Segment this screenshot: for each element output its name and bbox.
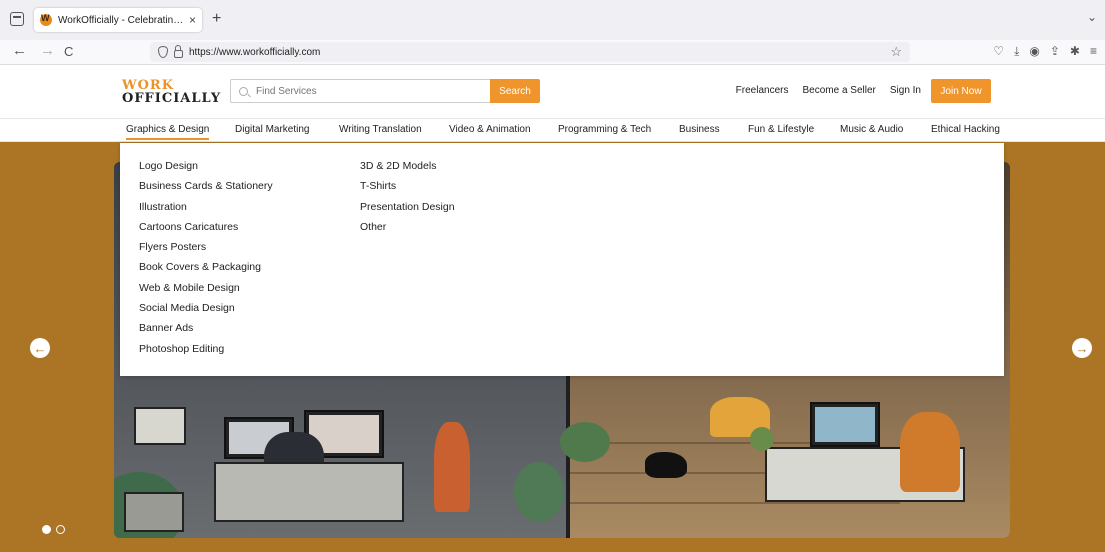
share-icon[interactable]: ⇪ bbox=[1050, 44, 1060, 59]
dropdown-column-2: 3D & 2D Models T-Shirts Presentation Des… bbox=[360, 160, 455, 241]
tab-list-icon[interactable] bbox=[10, 12, 24, 26]
new-tab-button[interactable]: + bbox=[212, 10, 221, 28]
tracking-shield-icon[interactable] bbox=[158, 46, 168, 58]
dropdown-item[interactable]: 3D & 2D Models bbox=[360, 160, 455, 180]
plant bbox=[750, 427, 774, 451]
cabinet bbox=[124, 492, 184, 532]
account-icon[interactable]: ◉ bbox=[1029, 44, 1039, 59]
category-digital-marketing[interactable]: Digital Marketing bbox=[235, 124, 309, 135]
category-programming-tech[interactable]: Programming & Tech bbox=[558, 124, 651, 135]
back-button[interactable]: ← bbox=[12, 42, 27, 59]
dropdown-column-1: Logo Design Business Cards & Stationery … bbox=[139, 160, 273, 363]
dropdown-item[interactable]: Logo Design bbox=[139, 160, 273, 180]
dropdown-item[interactable]: Illustration bbox=[139, 201, 273, 221]
search-field[interactable] bbox=[230, 79, 490, 103]
carousel-dot-2[interactable] bbox=[56, 525, 65, 534]
menu-icon[interactable]: ≡ bbox=[1090, 44, 1097, 59]
site-header: WORK OFFICIALLY Search Freelancers Becom… bbox=[0, 66, 1105, 118]
category-fun-lifestyle[interactable]: Fun & Lifestyle bbox=[748, 124, 814, 135]
lock-icon[interactable] bbox=[174, 44, 183, 58]
dropdown-item[interactable]: Social Media Design bbox=[139, 302, 273, 322]
dropdown-item[interactable]: Flyers Posters bbox=[139, 241, 273, 261]
dropdown-item[interactable]: T-Shirts bbox=[360, 180, 455, 200]
search-icon bbox=[239, 86, 248, 96]
wall-board bbox=[134, 407, 186, 445]
tab-overflow-chevron-icon[interactable]: ⌄ bbox=[1087, 10, 1097, 24]
floor-line bbox=[570, 502, 900, 504]
search-input[interactable] bbox=[256, 85, 456, 97]
prev-slide-arrow-icon[interactable]: ← bbox=[30, 338, 50, 358]
category-nav: Graphics & Design Digital Marketing Writ… bbox=[0, 118, 1105, 142]
header-links: Freelancers Become a Seller Sign In bbox=[736, 85, 921, 96]
plant bbox=[514, 462, 564, 522]
search-button[interactable]: Search bbox=[490, 79, 540, 103]
sign-in-link[interactable]: Sign In bbox=[890, 85, 921, 96]
dropdown-item[interactable]: Business Cards & Stationery bbox=[139, 180, 273, 200]
freelancers-link[interactable]: Freelancers bbox=[736, 85, 789, 96]
search-bar: Search bbox=[230, 79, 540, 103]
dropdown-item[interactable]: Photoshop Editing bbox=[139, 343, 273, 363]
category-ethical-hacking[interactable]: Ethical Hacking bbox=[931, 124, 1000, 135]
bookmark-star-icon[interactable]: ☆ bbox=[890, 44, 902, 60]
category-business[interactable]: Business bbox=[679, 124, 720, 135]
category-graphics-design[interactable]: Graphics & Design bbox=[126, 124, 210, 140]
dropdown-item[interactable]: Banner Ads bbox=[139, 322, 273, 342]
plant bbox=[560, 422, 610, 462]
url-text: https://www.workofficially.com bbox=[189, 46, 321, 58]
reload-button[interactable]: C bbox=[64, 44, 73, 59]
walking-figure bbox=[434, 422, 470, 512]
tab-close-icon[interactable]: × bbox=[189, 13, 196, 27]
dropdown-item[interactable]: Presentation Design bbox=[360, 201, 455, 221]
monitor bbox=[810, 402, 880, 447]
forward-button[interactable]: → bbox=[40, 42, 55, 59]
logo-line2: OFFICIALLY bbox=[122, 91, 222, 106]
url-bar[interactable]: https://www.workofficially.com ☆ bbox=[150, 42, 910, 62]
graphics-design-dropdown: Logo Design Business Cards & Stationery … bbox=[120, 143, 1004, 376]
desk bbox=[214, 462, 404, 522]
category-music-audio[interactable]: Music & Audio bbox=[840, 124, 903, 135]
toolbar-icons: ♡ ⤓ ◉ ⇪ ✱ ≡ bbox=[993, 44, 1097, 59]
download-icon[interactable]: ⤓ bbox=[1014, 44, 1019, 59]
carousel-dots bbox=[42, 525, 65, 534]
carousel-dot-1[interactable] bbox=[42, 525, 51, 534]
browser-tab-bar: WorkOfficially - Celebrating Eve × + ⌄ bbox=[0, 0, 1105, 40]
category-video-animation[interactable]: Video & Animation bbox=[449, 124, 531, 135]
next-slide-arrow-icon[interactable]: → bbox=[1072, 338, 1092, 358]
browser-nav-bar: ← → C https://www.workofficially.com ☆ ♡… bbox=[0, 40, 1105, 65]
dropdown-item[interactable]: Other bbox=[360, 221, 455, 241]
site-favicon-icon bbox=[40, 13, 52, 26]
browser-tab[interactable]: WorkOfficially - Celebrating Eve × bbox=[34, 8, 202, 32]
tab-title: WorkOfficially - Celebrating Eve bbox=[58, 14, 185, 26]
dropdown-item[interactable]: Web & Mobile Design bbox=[139, 282, 273, 302]
category-writing-translation[interactable]: Writing Translation bbox=[339, 124, 422, 135]
seated-figure bbox=[900, 412, 960, 492]
pocket-icon[interactable]: ♡ bbox=[993, 44, 1004, 59]
become-seller-link[interactable]: Become a Seller bbox=[802, 85, 875, 96]
extensions-icon[interactable]: ✱ bbox=[1070, 44, 1080, 59]
dropdown-item[interactable]: Book Covers & Packaging bbox=[139, 261, 273, 281]
dropdown-item[interactable]: Cartoons Caricatures bbox=[139, 221, 273, 241]
dog bbox=[645, 452, 687, 478]
site-logo[interactable]: WORK OFFICIALLY bbox=[122, 79, 221, 105]
join-now-button[interactable]: Join Now bbox=[931, 79, 991, 103]
